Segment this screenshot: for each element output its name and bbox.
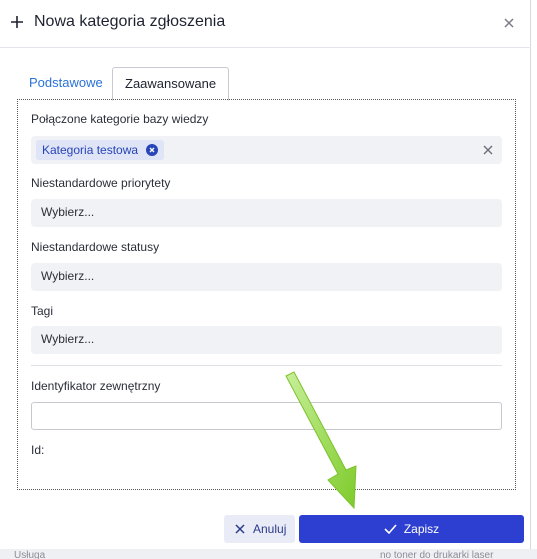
dialog-title: Nowa kategoria zgłoszenia [34,13,226,30]
custom-statuses-placeholder: Wybierz... [41,269,95,283]
external-id-label: Identyfikator zewnętrzny [31,379,161,393]
custom-priorities-placeholder: Wybierz... [41,205,95,219]
custom-priorities-select[interactable]: Wybierz... [31,199,502,227]
save-button[interactable]: Zapisz [299,515,524,543]
chip-label: Kategoria testowa [42,143,139,157]
background-text-left: Usługa [14,550,46,559]
tab-advanced[interactable]: Zaawansowane [112,67,230,101]
custom-statuses-label: Niestandardowe statusy [31,240,160,254]
plus-icon [11,16,23,28]
section-divider [31,365,502,366]
custom-statuses-select[interactable]: Wybierz... [31,263,502,291]
new-category-dialog: Nowa kategoria zgłoszenia Podstawowe Zaa… [0,0,531,559]
cancel-button-label: Anuluj [253,522,287,536]
tab-basic[interactable]: Podstawowe [17,67,115,99]
check-icon [384,524,397,534]
custom-priorities-label: Niestandardowe priorytety [31,176,171,190]
dialog-header: Nowa kategoria zgłoszenia [0,0,531,48]
save-button-label: Zapisz [403,522,440,536]
category-chip: Kategoria testowa [36,140,165,160]
external-id-input[interactable] [31,402,502,430]
advanced-tab-panel: Połączone kategorie bazy wiedzy Kategori… [17,99,516,490]
tags-select[interactable]: Wybierz... [31,326,502,354]
cancel-x-icon [235,524,245,534]
background-page-strip: Usługa no toner do drukarki laser [0,549,537,559]
chip-remove-icon[interactable] [146,144,159,156]
linked-categories-label: Połączone kategorie bazy wiedzy [31,112,209,126]
close-icon[interactable] [502,16,516,30]
tags-placeholder: Wybierz... [41,332,95,346]
background-text-right: no toner do drukarki laser [380,550,494,559]
tags-label: Tagi [31,304,54,318]
id-label: Id: [31,443,45,457]
linked-categories-select[interactable]: Kategoria testowa [31,136,502,164]
clear-selection-icon[interactable] [483,145,493,155]
cancel-button[interactable]: Anuluj [224,515,295,543]
